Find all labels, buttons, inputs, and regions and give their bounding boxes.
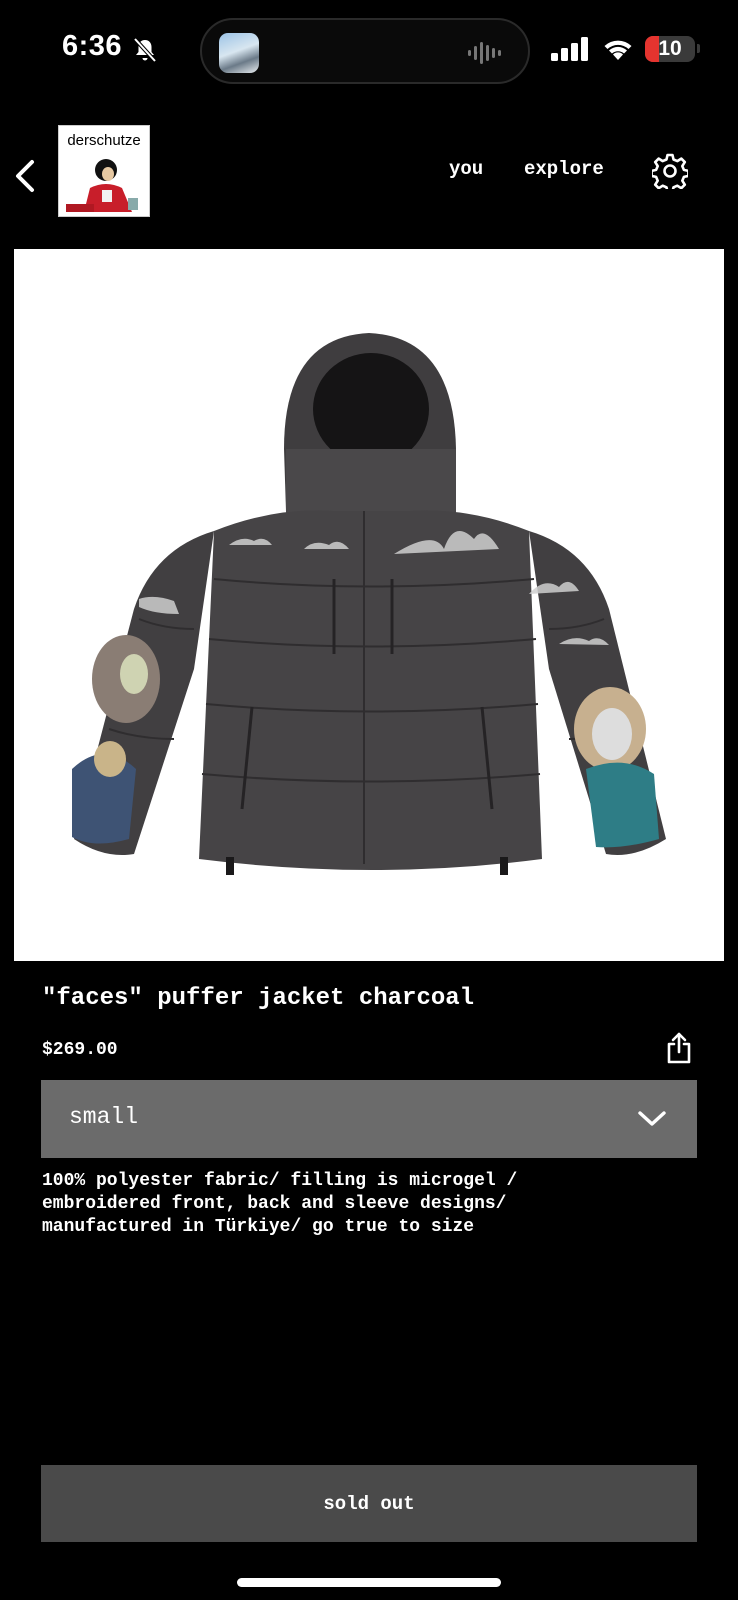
size-select-value: small (69, 1104, 139, 1130)
waveform-icon (468, 42, 501, 64)
chevron-left-icon[interactable] (10, 158, 42, 194)
battery-icon: 10 (645, 36, 695, 62)
home-indicator[interactable] (237, 1578, 501, 1587)
brand-logo[interactable]: derschutze (58, 125, 150, 217)
size-select[interactable]: small (41, 1080, 697, 1158)
wifi-icon (604, 40, 632, 60)
brand-logo-illustration (66, 159, 138, 212)
battery-percent: 10 (658, 37, 682, 60)
chevron-down-icon (638, 1111, 666, 1126)
dynamic-island[interactable] (200, 18, 530, 84)
product-price: $269.00 (42, 1040, 118, 1060)
status-time: 6:36 (62, 30, 123, 62)
product-image[interactable] (14, 249, 724, 961)
brand-name: derschutze (67, 132, 141, 149)
sold-out-button[interactable]: sold out (41, 1465, 697, 1542)
nav-explore-link[interactable]: explore (524, 158, 604, 180)
jacket-illustration (72, 333, 666, 875)
signal-icon (551, 37, 588, 61)
bell-slash-icon (133, 37, 157, 63)
gear-icon[interactable] (652, 153, 688, 189)
product-description: 100% polyester fabric/ filling is microg… (42, 1171, 518, 1237)
battery-cap (697, 44, 700, 53)
share-icon[interactable] (666, 1032, 692, 1064)
product-title: "faces" puffer jacket charcoal (42, 985, 475, 1012)
nav-you-link[interactable]: you (449, 158, 483, 180)
now-playing-thumbnail (219, 33, 259, 73)
